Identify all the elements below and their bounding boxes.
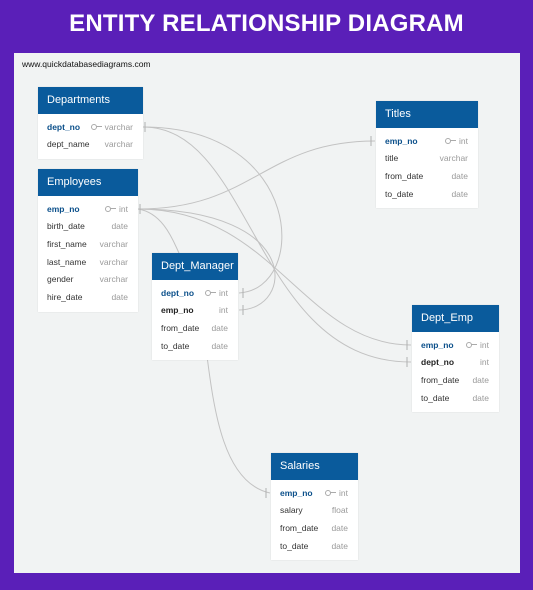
entity-header[interactable]: Salaries: [271, 453, 358, 480]
field-type: int: [119, 203, 128, 214]
field-type: date: [331, 522, 348, 533]
entity-departments[interactable]: Departments dept_no varchar dept_name va…: [38, 87, 143, 160]
field-type: int: [480, 357, 489, 368]
field-name: to_date: [385, 188, 414, 199]
field-name: birth_date: [47, 221, 85, 232]
field-type: date: [472, 392, 489, 403]
field-type: date: [211, 322, 228, 333]
field-row[interactable]: emp_no int: [152, 302, 238, 320]
field-row[interactable]: last_name varchar: [38, 253, 138, 271]
field-type: int: [480, 339, 489, 350]
field-name: to_date: [421, 392, 450, 403]
field-type: int: [219, 287, 228, 298]
field-type: int: [339, 487, 348, 498]
field-name: hire_date: [47, 291, 83, 302]
field-row[interactable]: emp_no int: [38, 200, 138, 218]
field-type: varchar: [99, 256, 128, 267]
field-type: date: [111, 221, 128, 232]
field-name: first_name: [47, 238, 87, 249]
primary-key-icon: [105, 205, 117, 212]
field-name: dept_no: [47, 121, 81, 132]
field-row[interactable]: dept_no int: [412, 354, 499, 372]
field-row[interactable]: hire_date date: [38, 288, 138, 306]
field-row[interactable]: to_date date: [376, 185, 478, 203]
entity-header[interactable]: Dept_Emp: [412, 305, 499, 332]
field-name: dept_name: [47, 139, 90, 150]
field-name: emp_no: [421, 339, 454, 350]
entity-employees[interactable]: Employees emp_no int birth_date date fir…: [38, 169, 138, 312]
field-row[interactable]: first_name varchar: [38, 235, 138, 253]
field-type: varchar: [439, 153, 468, 164]
entity-header[interactable]: Titles: [376, 101, 478, 128]
primary-key-icon: [90, 123, 102, 130]
field-type: date: [472, 374, 489, 385]
field-row[interactable]: to_date date: [412, 389, 499, 407]
field-name: emp_no: [385, 135, 418, 146]
field-name: gender: [47, 274, 74, 285]
field-type: date: [211, 340, 228, 351]
field-name: from_date: [161, 322, 200, 333]
field-name: last_name: [47, 256, 87, 267]
field-name: from_date: [385, 170, 424, 181]
field-type: date: [331, 540, 348, 551]
field-type: varchar: [104, 121, 133, 132]
diagram-canvas[interactable]: www.quickdatabasediagrams.com Department…: [14, 53, 520, 573]
field-row[interactable]: salary float: [271, 502, 358, 520]
field-row[interactable]: emp_no int: [271, 484, 358, 502]
field-name: dept_no: [161, 287, 195, 298]
field-row[interactable]: dept_no int: [152, 284, 238, 302]
field-name: salary: [280, 505, 303, 516]
field-type: varchar: [104, 139, 133, 150]
field-type: varchar: [99, 274, 128, 285]
field-row[interactable]: emp_no int: [412, 336, 499, 354]
entity-header[interactable]: Employees: [38, 169, 138, 196]
field-row[interactable]: gender varchar: [38, 270, 138, 288]
field-name: from_date: [421, 374, 460, 385]
field-name: from_date: [280, 522, 319, 533]
field-name: dept_no: [421, 357, 455, 368]
field-name: emp_no: [161, 305, 194, 316]
entity-dept-emp[interactable]: Dept_Emp emp_no int dept_no int from_dat…: [412, 305, 499, 413]
field-row[interactable]: from_date date: [152, 319, 238, 337]
field-row[interactable]: from_date date: [412, 371, 499, 389]
field-type: date: [111, 291, 128, 302]
entity-header[interactable]: Dept_Manager: [152, 253, 238, 280]
field-name: emp_no: [47, 203, 80, 214]
field-row[interactable]: dept_no varchar: [38, 118, 143, 136]
field-type: int: [459, 135, 468, 146]
field-row[interactable]: dept_name varchar: [38, 136, 143, 154]
primary-key-icon: [325, 489, 337, 496]
rel-employees-titles: [137, 140, 376, 210]
entity-salaries[interactable]: Salaries emp_no int salary float from_da…: [271, 453, 358, 561]
field-name: to_date: [280, 540, 309, 551]
field-type: float: [331, 505, 348, 516]
field-type: int: [219, 305, 228, 316]
field-row[interactable]: title varchar: [376, 150, 478, 168]
entity-dept-manager[interactable]: Dept_Manager dept_no int emp_no int from…: [152, 253, 238, 361]
field-row[interactable]: to_date date: [152, 337, 238, 355]
field-row[interactable]: birth_date date: [38, 218, 138, 236]
field-type: varchar: [99, 238, 128, 249]
primary-key-icon: [466, 341, 478, 348]
field-row[interactable]: from_date date: [271, 519, 358, 537]
field-row[interactable]: to_date date: [271, 537, 358, 555]
entity-titles[interactable]: Titles emp_no int title varchar from_dat…: [376, 101, 478, 209]
field-name: to_date: [161, 340, 190, 351]
field-row[interactable]: emp_no int: [376, 132, 478, 150]
primary-key-icon: [205, 289, 217, 296]
field-type: date: [451, 170, 468, 181]
field-row[interactable]: from_date date: [376, 167, 478, 185]
page-title: ENTITY RELATIONSHIP DIAGRAM: [69, 10, 464, 37]
entity-header[interactable]: Departments: [38, 87, 143, 114]
field-name: title: [385, 153, 399, 164]
field-name: emp_no: [280, 487, 313, 498]
field-type: date: [451, 188, 468, 199]
primary-key-icon: [445, 137, 457, 144]
